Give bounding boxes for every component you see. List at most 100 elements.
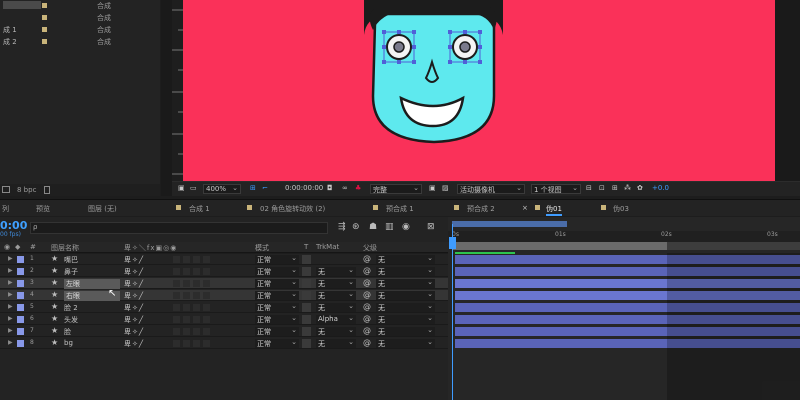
tab-wei03[interactable]: 伪03 bbox=[613, 204, 629, 214]
composition-canvas[interactable] bbox=[183, 0, 775, 181]
pick-whip-icon[interactable]: @ bbox=[363, 326, 371, 335]
switch-box[interactable] bbox=[193, 304, 200, 311]
switch-box[interactable] bbox=[183, 304, 190, 311]
switch-box[interactable] bbox=[193, 292, 200, 299]
layer-switches[interactable]: 卑✧╱ bbox=[124, 303, 144, 313]
layer-switches[interactable]: 卑✧╱ bbox=[124, 315, 144, 325]
flowchart-icon[interactable]: ⁂ bbox=[624, 184, 631, 192]
color-icon[interactable]: ♣ bbox=[355, 184, 361, 192]
switch-box[interactable] bbox=[183, 340, 190, 347]
draft-3d-icon[interactable]: ⊛ bbox=[352, 222, 360, 232]
parent-dropdown[interactable]: 无 ⌄ bbox=[376, 266, 435, 276]
column-layer-name[interactable]: 图层名称 bbox=[51, 243, 79, 253]
grid-icon[interactable]: ⊞ bbox=[250, 184, 256, 192]
layer-label-color[interactable] bbox=[17, 304, 24, 311]
switch-box[interactable] bbox=[183, 256, 190, 263]
close-icon[interactable]: × bbox=[522, 204, 528, 212]
work-area-bar[interactable] bbox=[452, 242, 667, 250]
trkmat-dropdown[interactable]: 无 ⌄ bbox=[316, 338, 356, 348]
layer-row[interactable]: ▶ 2 ★ 鼻子 卑✧╱ 正常 ⌄ 无 ⌄ @ 无 ⌄ bbox=[0, 266, 448, 277]
resolution-dropdown[interactable]: 完整 ⌄ bbox=[370, 184, 422, 194]
pick-whip-icon[interactable]: @ bbox=[363, 290, 371, 299]
switch-box[interactable] bbox=[173, 256, 180, 263]
mode-dropdown[interactable]: 正常 ⌄ bbox=[255, 254, 299, 264]
layer-label-color[interactable] bbox=[17, 256, 24, 263]
switch-box[interactable] bbox=[193, 280, 200, 287]
switch-box[interactable] bbox=[173, 304, 180, 311]
expand-triangle-icon[interactable]: ▶ bbox=[8, 339, 13, 346]
trash-icon[interactable] bbox=[44, 186, 50, 194]
crop-icon[interactable]: ⌐ bbox=[262, 184, 268, 192]
preserve-transparency-toggle[interactable] bbox=[302, 267, 311, 276]
bpc-button[interactable]: 8 bpc bbox=[17, 186, 36, 194]
switch-box[interactable] bbox=[183, 292, 190, 299]
layer-switches[interactable]: 卑✧╱ bbox=[124, 267, 144, 277]
layer-row[interactable]: ▶ 5 ★ 脸 2 卑✧╱ 正常 ⌄ 无 ⌄ @ 无 ⌄ bbox=[0, 302, 448, 313]
project-item[interactable]: 合成 bbox=[0, 0, 160, 11]
layer-name[interactable]: 嘴巴 bbox=[64, 255, 78, 265]
pick-whip-icon[interactable]: @ bbox=[363, 266, 371, 275]
monitor-icon[interactable]: ▭ bbox=[190, 184, 197, 192]
visibility-icon[interactable]: ◉ bbox=[4, 243, 10, 251]
expand-triangle-icon[interactable]: ▶ bbox=[8, 279, 13, 286]
navigator-bar[interactable] bbox=[452, 221, 567, 227]
tab-comp-rotation[interactable]: 02 角色旋转动效 (2) bbox=[260, 204, 325, 214]
layer-label-color[interactable] bbox=[17, 328, 24, 335]
parent-dropdown[interactable]: 无 ⌄ bbox=[376, 338, 435, 348]
switch-box[interactable] bbox=[203, 292, 210, 299]
switch-box[interactable] bbox=[173, 292, 180, 299]
layout-icon[interactable]: ⊡ bbox=[599, 184, 605, 192]
transparency-icon[interactable]: ▨ bbox=[442, 184, 449, 192]
layer-row[interactable]: ▶ 7 ★ 脸卑✧╱ 正常 ⌄ 无 ⌄ @ 无 ⌄ bbox=[0, 326, 448, 337]
reset-exposure-icon[interactable]: ✿ bbox=[637, 184, 643, 192]
mode-dropdown[interactable]: 正常 ⌄ bbox=[255, 326, 299, 336]
expand-triangle-icon[interactable]: ▶ bbox=[8, 255, 13, 262]
pick-whip-icon[interactable]: @ bbox=[363, 254, 371, 263]
expand-triangle-icon[interactable]: ▶ bbox=[8, 327, 13, 334]
switch-box[interactable] bbox=[173, 280, 180, 287]
switch-box[interactable] bbox=[203, 304, 210, 311]
switch-box[interactable] bbox=[173, 268, 180, 275]
switch-box[interactable] bbox=[193, 256, 200, 263]
mode-dropdown[interactable]: 正常 ⌄ bbox=[255, 290, 299, 300]
switch-box[interactable] bbox=[193, 328, 200, 335]
switch-box[interactable] bbox=[183, 328, 190, 335]
frame-blend-icon[interactable]: ▥ bbox=[385, 222, 394, 232]
preserve-transparency-toggle[interactable] bbox=[302, 315, 311, 324]
switch-box[interactable] bbox=[173, 316, 180, 323]
trkmat-dropdown[interactable]: 无 ⌄ bbox=[316, 290, 356, 300]
layer-row[interactable]: ▶ 1 ★ 嘴巴 卑✧╱ 正常 ⌄ @ 无 ⌄ bbox=[0, 254, 448, 265]
layer-row[interactable]: ▶ 6 ★ 头发 卑✧╱ 正常 ⌄ Alpha ⌄ @ 无 ⌄ bbox=[0, 314, 448, 325]
parent-dropdown[interactable]: 无 ⌄ bbox=[376, 290, 435, 300]
parent-dropdown[interactable]: 无 ⌄ bbox=[376, 314, 435, 324]
switch-box[interactable] bbox=[193, 268, 200, 275]
graph-editor-icon[interactable]: ⊠ bbox=[427, 222, 435, 232]
layer-name[interactable]: 鼻子 bbox=[64, 267, 78, 277]
mode-dropdown[interactable]: 正常 ⌄ bbox=[255, 278, 299, 288]
tab-precomp-2[interactable]: 预合成 2 bbox=[467, 204, 495, 214]
switch-box[interactable] bbox=[183, 316, 190, 323]
pick-whip-icon[interactable]: @ bbox=[363, 302, 371, 311]
views-dropdown[interactable]: 1 个视图 ⌄ bbox=[531, 184, 581, 194]
layer-switches[interactable]: 卑✧╱ bbox=[124, 339, 144, 349]
snapshot-icon[interactable]: ∞ bbox=[342, 184, 348, 192]
parent-dropdown[interactable]: 无 ⌄ bbox=[376, 254, 435, 264]
preserve-transparency-toggle[interactable] bbox=[302, 339, 311, 348]
expand-triangle-icon[interactable]: ▶ bbox=[8, 303, 13, 310]
navigator-range[interactable] bbox=[452, 221, 567, 227]
expand-triangle-icon[interactable]: ▶ bbox=[8, 291, 13, 298]
layer-row[interactable]: ▶ 8 ★ bg 卑✧╱ 正常 ⌄ 无 ⌄ @ 无 ⌄ bbox=[0, 338, 448, 349]
pick-whip-icon[interactable]: @ bbox=[363, 314, 371, 323]
expand-triangle-icon[interactable]: ▶ bbox=[8, 267, 13, 274]
parent-dropdown[interactable]: 无 ⌄ bbox=[376, 302, 435, 312]
region-icon[interactable]: ▣ bbox=[429, 184, 436, 192]
motion-blur-icon[interactable]: ◉ bbox=[402, 222, 410, 232]
layer-row[interactable]: ▶ 3 ★ 左眼 卑✧╱ 正常 ⌄ 无 ⌄ @ 无 ⌄ bbox=[0, 278, 448, 289]
zoom-dropdown[interactable]: 400% ⌄ bbox=[203, 184, 241, 194]
switch-box[interactable] bbox=[193, 316, 200, 323]
shy-icon[interactable]: ☗ bbox=[369, 222, 377, 232]
column-parent[interactable]: 父级 bbox=[363, 243, 377, 253]
switch-box[interactable] bbox=[173, 340, 180, 347]
tab-layer[interactable]: 图层 (无) bbox=[88, 204, 117, 214]
column-t[interactable]: T bbox=[304, 243, 308, 251]
